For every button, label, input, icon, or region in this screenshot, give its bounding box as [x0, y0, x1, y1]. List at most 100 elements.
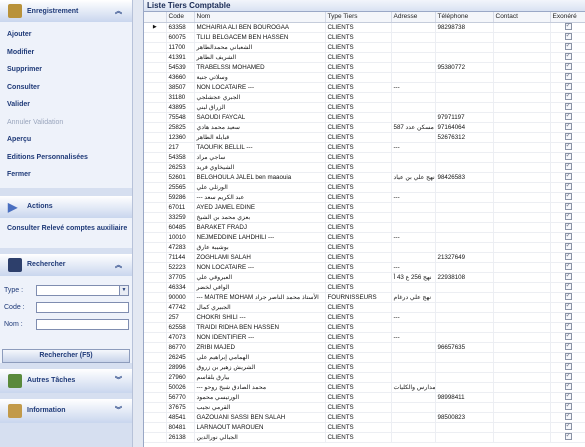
row-indicator[interactable]	[144, 422, 167, 433]
exonere-checkbox[interactable]	[564, 182, 572, 191]
exonere-checkbox[interactable]	[564, 412, 572, 421]
row-indicator[interactable]	[144, 202, 167, 213]
enregistrement-header[interactable]: Enregistrement ︽	[0, 0, 132, 22]
table-row[interactable]: 37705 العبروقي علي CLIENTS نهج 256 ع 43 أ 22…	[144, 272, 585, 283]
row-indicator[interactable]	[144, 162, 167, 173]
exonere-checkbox[interactable]	[564, 152, 572, 161]
table-row[interactable]: 52223 NON LOCATAIRE --- CLIENTS ---	[144, 262, 585, 273]
table-row[interactable]: 43660 وسلاتي جنية CLIENTS	[144, 72, 585, 83]
exonere-checkbox[interactable]	[564, 222, 572, 231]
exonere-checkbox[interactable]	[564, 332, 572, 341]
row-indicator[interactable]	[144, 332, 167, 343]
table-row[interactable]: 26253 الشيخاوي فريد CLIENTS	[144, 162, 585, 173]
table-row[interactable]: 26138 الجبالي نورالدين CLIENTS	[144, 432, 585, 443]
table-row[interactable]: 27960 بيارق بلقاسم CLIENTS	[144, 372, 585, 383]
table-row[interactable]: 31180 الجبري عجشلجي CLIENTS	[144, 92, 585, 103]
menu-editions[interactable]: Editions Personnalisées	[0, 149, 132, 167]
row-indicator[interactable]	[144, 82, 167, 93]
table-row[interactable]: 90000 --- MAITRE MOHAM الأستاذ محمد الناص…	[144, 292, 585, 303]
exonere-checkbox[interactable]	[564, 272, 572, 281]
row-indicator[interactable]	[144, 172, 167, 183]
row-indicator[interactable]	[144, 142, 167, 153]
exonere-checkbox[interactable]	[564, 322, 572, 331]
row-indicator[interactable]	[144, 322, 167, 333]
table-row[interactable]: 52601 BELGHOULA JALEL ben maaouia CLIENTS ن…	[144, 172, 585, 183]
type-select[interactable]: ▼	[36, 284, 129, 296]
exonere-checkbox[interactable]	[564, 402, 572, 411]
col-telephone[interactable]: Téléphone	[435, 12, 494, 23]
row-indicator[interactable]	[144, 52, 167, 63]
row-indicator[interactable]	[144, 432, 167, 443]
col-nom[interactable]: Nom	[194, 12, 326, 23]
autres-taches-header[interactable]: Autres Tâches ︾	[0, 368, 132, 393]
exonere-checkbox[interactable]	[564, 302, 572, 311]
exonere-checkbox[interactable]	[564, 382, 572, 391]
table-row[interactable]: 25565 الورثلي علي CLIENTS	[144, 182, 585, 193]
row-indicator[interactable]	[144, 252, 167, 263]
row-indicator[interactable]	[144, 182, 167, 193]
col-type-tiers[interactable]: Type Tiers	[325, 12, 392, 23]
menu-consulter-releve[interactable]: Consulter Relevé comptes auxiliaire	[0, 222, 132, 244]
table-row[interactable]: 56770 الورتيسي محمود CLIENTS 98998411	[144, 392, 585, 403]
exonere-checkbox[interactable]	[564, 362, 572, 371]
rechercher-button[interactable]: Rechercher (F5)	[2, 348, 130, 363]
exonere-checkbox[interactable]	[564, 352, 572, 361]
exonere-checkbox[interactable]	[564, 372, 572, 381]
exonere-checkbox[interactable]	[564, 32, 572, 41]
col-exonere[interactable]: Exonéré	[550, 12, 585, 23]
menu-consulter[interactable]: Consulter	[0, 79, 132, 97]
row-indicator[interactable]	[144, 42, 167, 53]
row-indicator[interactable]	[144, 382, 167, 393]
row-indicator[interactable]	[144, 222, 167, 233]
row-indicator[interactable]	[144, 32, 167, 43]
row-indicator[interactable]	[144, 192, 167, 203]
col-code[interactable]: Code	[166, 12, 195, 23]
chevron-up-icon[interactable]: ︽	[115, 6, 122, 16]
exonere-checkbox[interactable]	[564, 342, 572, 351]
exonere-checkbox[interactable]	[564, 52, 572, 61]
table-row[interactable]: 80481 LARNAOUT MAROUEN CLIENTS	[144, 422, 585, 433]
row-indicator[interactable]	[144, 302, 167, 313]
exonere-checkbox[interactable]	[564, 212, 572, 221]
col-contact[interactable]: Contact	[493, 12, 551, 23]
table-row[interactable]: 47283 بوشيبة عارق CLIENTS	[144, 242, 585, 253]
exonere-checkbox[interactable]	[564, 392, 572, 401]
row-indicator[interactable]	[144, 112, 167, 123]
table-row[interactable]: 47073 NON IDENTIFIER --- CLIENTS ---	[144, 332, 585, 343]
exonere-checkbox[interactable]	[564, 22, 572, 31]
exonere-checkbox[interactable]	[564, 312, 572, 321]
table-row[interactable]: 11700 الشعباني محمدالطاهر CLIENTS	[144, 42, 585, 53]
row-indicator[interactable]	[144, 262, 167, 273]
exonere-checkbox[interactable]	[564, 142, 572, 151]
table-row[interactable]: 60485 BARAKET FRADJ CLIENTS	[144, 222, 585, 233]
row-indicator[interactable]	[144, 272, 167, 283]
exonere-checkbox[interactable]	[564, 282, 572, 291]
row-indicator[interactable]	[144, 242, 167, 253]
table-row[interactable]: 86770 ZRIBI MAJED CLIENTS 96657635	[144, 342, 585, 353]
menu-valider[interactable]: Valider	[0, 96, 132, 114]
row-indicator[interactable]	[144, 362, 167, 373]
exonere-checkbox[interactable]	[564, 292, 572, 301]
row-indicator[interactable]	[144, 372, 167, 383]
menu-supprimer[interactable]: Supprimer	[0, 61, 132, 79]
exonere-checkbox[interactable]	[564, 422, 572, 431]
row-indicator[interactable]	[144, 312, 167, 323]
exonere-checkbox[interactable]	[564, 122, 572, 131]
row-indicator[interactable]	[144, 212, 167, 223]
sidebar-splitter[interactable]	[132, 0, 143, 447]
table-row[interactable]: 41391 الشريف الطاهر CLIENTS	[144, 52, 585, 63]
table-row[interactable]: 54539 TRABELSSI MOHAMED CLIENTS 95380772	[144, 62, 585, 73]
table-row[interactable]: 38507 NON LOCATAIRE --- CLIENTS ---	[144, 82, 585, 93]
exonere-checkbox[interactable]	[564, 242, 572, 251]
row-indicator[interactable]	[144, 342, 167, 353]
table-row[interactable]: 37675 القرمي نجيب CLIENTS	[144, 402, 585, 413]
table-row[interactable]: 50026--- محمد الصادق شيخ روحوCLIENTSل. ا…	[144, 382, 585, 393]
row-indicator[interactable]	[144, 352, 167, 363]
table-row[interactable]: 217 TAOUFIK BELLIL --- CLIENTS ---	[144, 142, 585, 153]
exonere-checkbox[interactable]	[564, 172, 572, 181]
table-row[interactable]: 71144 ZOGHLAMI SALAH CLIENTS 21327649	[144, 252, 585, 263]
row-indicator[interactable]	[144, 152, 167, 163]
table-row[interactable]: 60075 TLILI BELGACEM BEN HASSEN CLIENTS	[144, 32, 585, 43]
chevron-down-icon[interactable]: ︾	[115, 405, 122, 415]
exonere-checkbox[interactable]	[564, 262, 572, 271]
